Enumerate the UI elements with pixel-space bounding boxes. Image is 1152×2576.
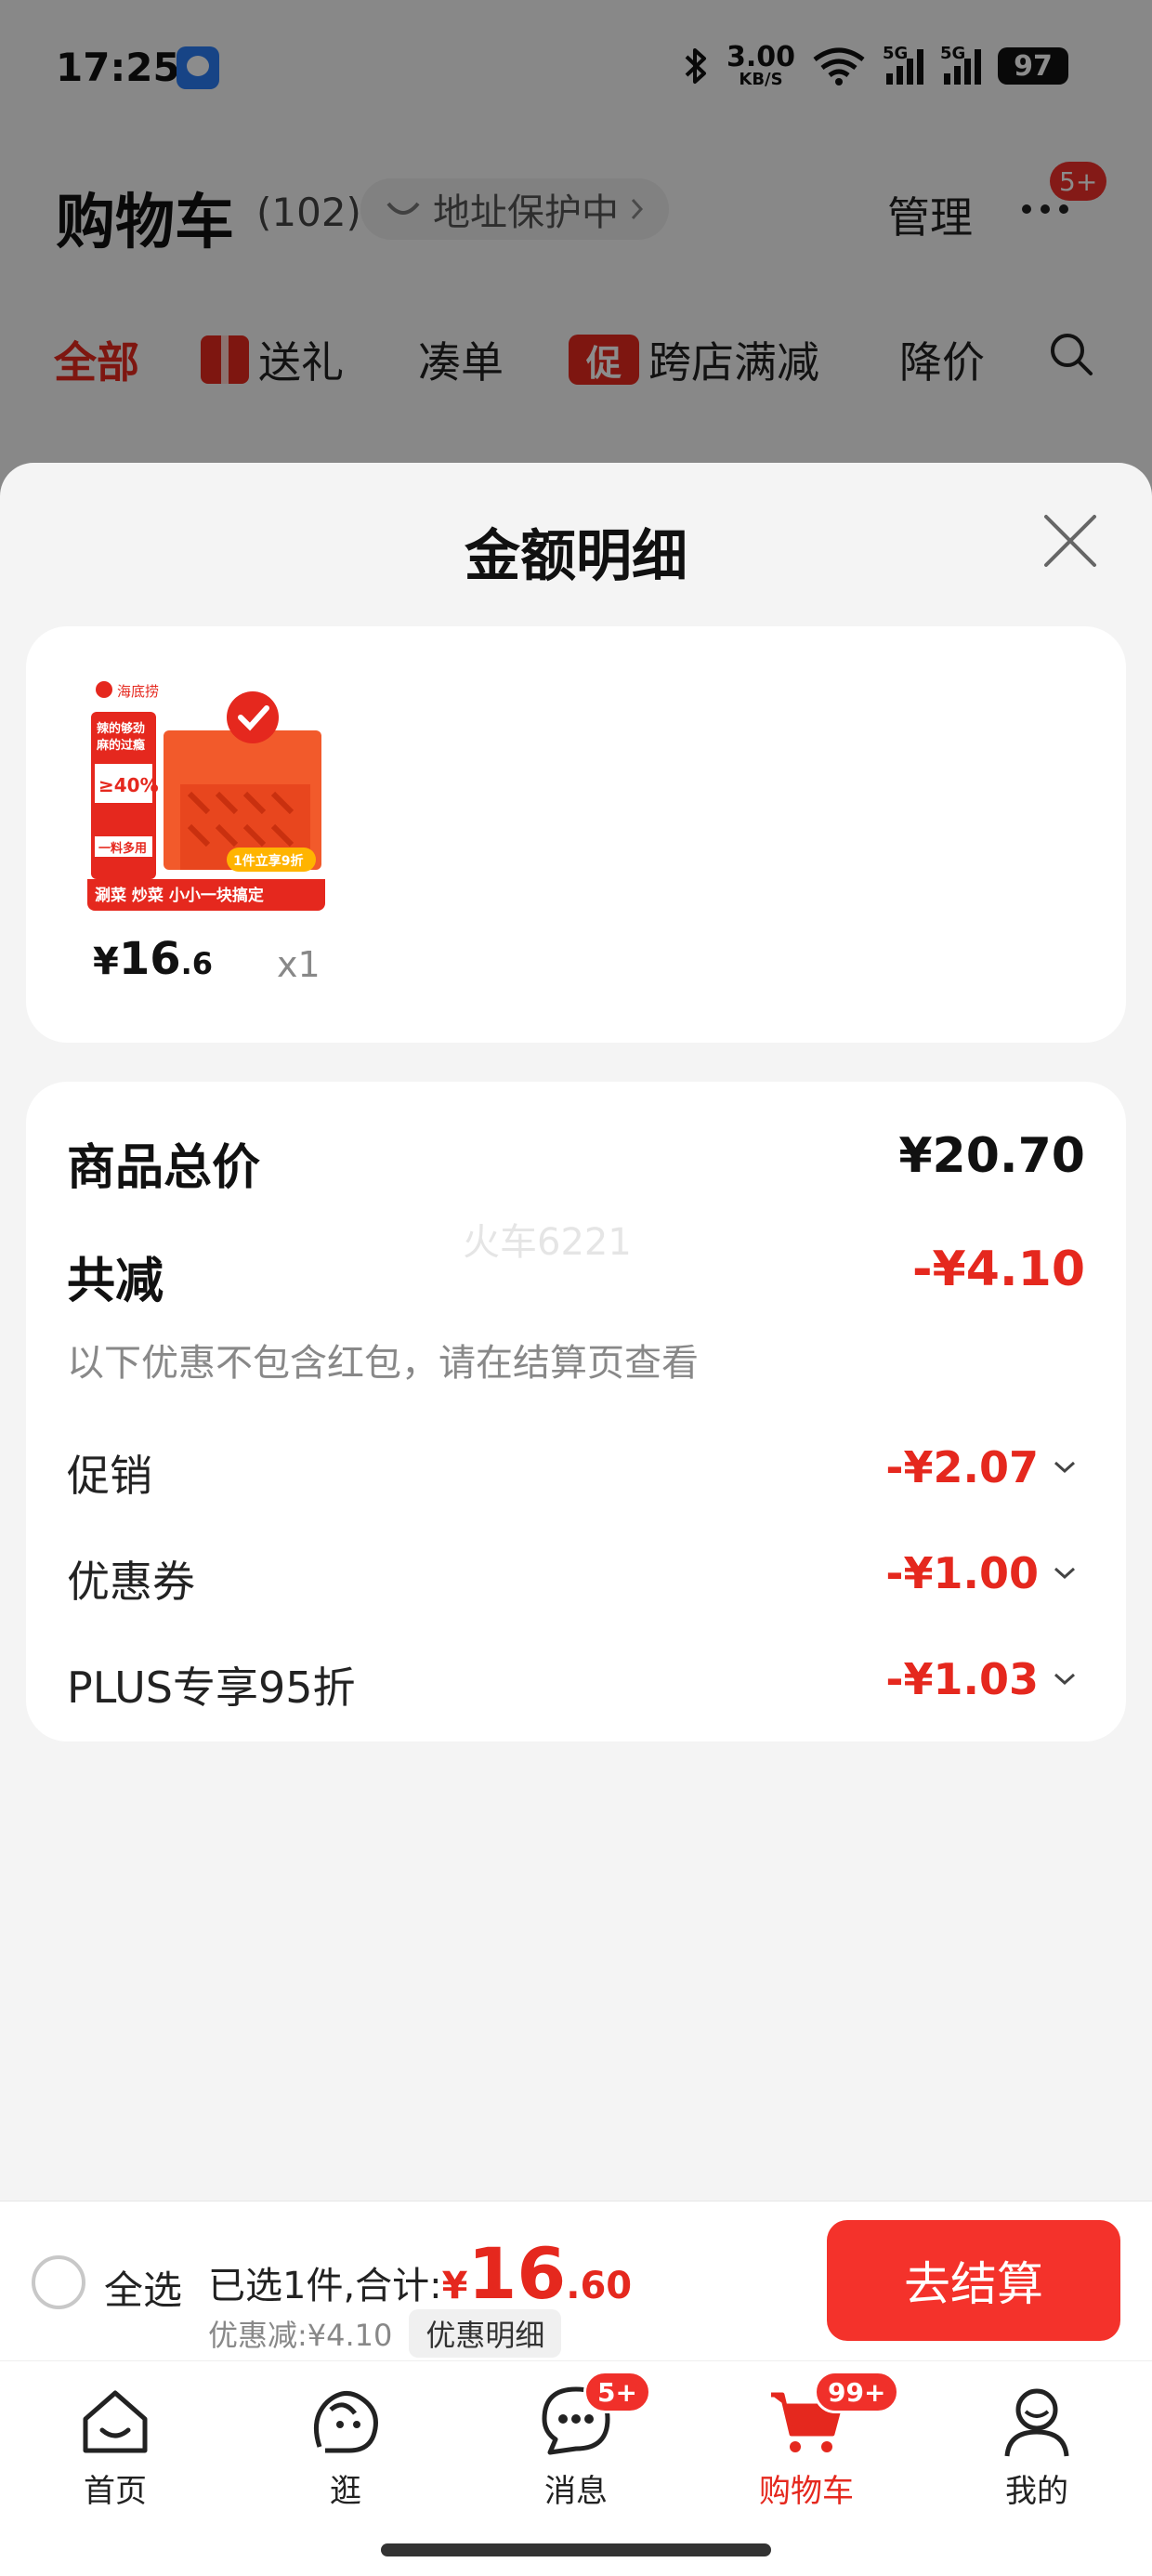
modal-backdrop[interactable]: [0, 0, 1152, 502]
chevron-down-icon: [1054, 1567, 1076, 1580]
discount-value-wrap: -¥1.03: [885, 1654, 1078, 1704]
price-decimal: .6: [180, 946, 214, 981]
discount-label: PLUS专享95折: [67, 1663, 356, 1713]
chevron-down-icon: [1054, 1673, 1076, 1686]
sheet-title: 金额明细: [465, 524, 687, 589]
product-promo: 1件立享9折: [233, 853, 303, 869]
total-reduce-value: -¥4.10: [911, 1242, 1085, 1297]
discount-value: -¥1.00: [885, 1548, 1039, 1598]
close-icon[interactable]: [1041, 511, 1100, 571]
product-bottom-text: 涮菜 炒菜 小小一块搞定: [95, 886, 264, 905]
tab-label: 消息: [544, 2473, 608, 2510]
tab-home[interactable]: 首页: [22, 2382, 208, 2530]
total-price-label: 商品总价: [67, 1140, 261, 1196]
product-price: ¥16.6: [93, 933, 213, 985]
message-badge: 5+: [583, 2371, 651, 2413]
product-quantity: x1: [277, 944, 321, 985]
price-breakdown-card: 火车6221 商品总价 ¥20.70 共减 -¥4.10 以下优惠不包含红包，请…: [26, 1082, 1126, 1741]
price-integer: 16: [118, 933, 181, 985]
chevron-down-icon: [1054, 1461, 1076, 1474]
tab-browse[interactable]: 逛: [253, 2382, 439, 2530]
tab-label: 我的: [1005, 2473, 1068, 2510]
home-icon: [83, 2390, 148, 2453]
discount-value: -¥2.07: [885, 1442, 1039, 1492]
discount-label: 促销: [67, 1451, 152, 1501]
watermark: 火车6221: [463, 1221, 632, 1264]
discount-value-wrap: -¥2.07: [885, 1442, 1078, 1492]
product-slogan-2: 麻的过瘾: [96, 738, 145, 753]
tab-cart[interactable]: 99+ 购物车: [713, 2371, 900, 2530]
product-use: 一料多用: [98, 841, 147, 856]
discount-summary: 优惠减:¥4.10 优惠明细: [208, 2309, 562, 2358]
product-slogan-1: 辣的够劲: [97, 721, 145, 736]
select-all-label[interactable]: 全选: [104, 2259, 182, 2316]
select-all-checkbox[interactable]: [32, 2255, 85, 2309]
discount-value-wrap: -¥1.00: [885, 1548, 1078, 1598]
discount-summary-text: 优惠减:¥4.10: [208, 2318, 393, 2353]
checkout-button[interactable]: 去结算: [827, 2220, 1120, 2341]
home-indicator[interactable]: [381, 2543, 771, 2556]
checkout-bar: 全选 已选1件,合计: ¥ 16 .60 优惠减:¥4.10 优惠明细 去结算: [0, 2201, 1152, 2360]
tab-messages[interactable]: 5+ 消息: [483, 2371, 669, 2530]
price-currency: ¥: [93, 940, 119, 983]
total-price-value: ¥20.70: [898, 1128, 1085, 1184]
product-percent: ≥40%: [98, 774, 159, 796]
tab-profile[interactable]: 我的: [944, 2382, 1130, 2530]
total-reduce-label: 共减: [67, 1254, 164, 1309]
product-image: 海底捞 辣的够劲 麻的过瘾 ≥40% 一料多用 1件立享9折 涮菜 炒菜 小小一…: [87, 673, 325, 911]
reduce-note: 以下优惠不包含红包，请在结算页查看: [67, 1342, 699, 1385]
browse-face-icon: [313, 2391, 378, 2453]
tab-label: 首页: [84, 2473, 147, 2510]
cart-badge: 99+: [814, 2371, 900, 2413]
total-currency: ¥: [441, 2265, 468, 2307]
product-thumbnail[interactable]: 海底捞 辣的够劲 麻的过瘾 ≥40% 一料多用 1件立享9折 涮菜 炒菜 小小一…: [87, 673, 325, 911]
discount-value: -¥1.03: [885, 1654, 1039, 1704]
amount-detail-sheet: 金额明细 海底捞 辣的够劲 麻的过瘾 ≥40% 一料多用 1件立享9折 涮菜 炒…: [0, 463, 1152, 2201]
user-icon: [1004, 2388, 1069, 2457]
discount-detail-button[interactable]: 优惠明细: [409, 2309, 562, 2358]
total-integer: 16: [467, 2232, 567, 2315]
tab-label: 逛: [330, 2473, 361, 2510]
checkout-summary: 已选1件,合计: ¥ 16 .60: [208, 2239, 632, 2309]
tab-label: 购物车: [759, 2473, 854, 2510]
bottom-tab-bar: 首页 逛 5+ 消息 99+ 购物车 我的: [0, 2360, 1152, 2576]
product-brand-text: 海底捞: [117, 683, 159, 700]
selected-count-text: 已选1件,合计:: [208, 2265, 442, 2307]
total-decimal: .60: [566, 2265, 633, 2307]
discount-label: 优惠券: [67, 1557, 195, 1607]
product-card: 海底捞 辣的够劲 麻的过瘾 ≥40% 一料多用 1件立享9折 涮菜 炒菜 小小一…: [26, 626, 1126, 1043]
